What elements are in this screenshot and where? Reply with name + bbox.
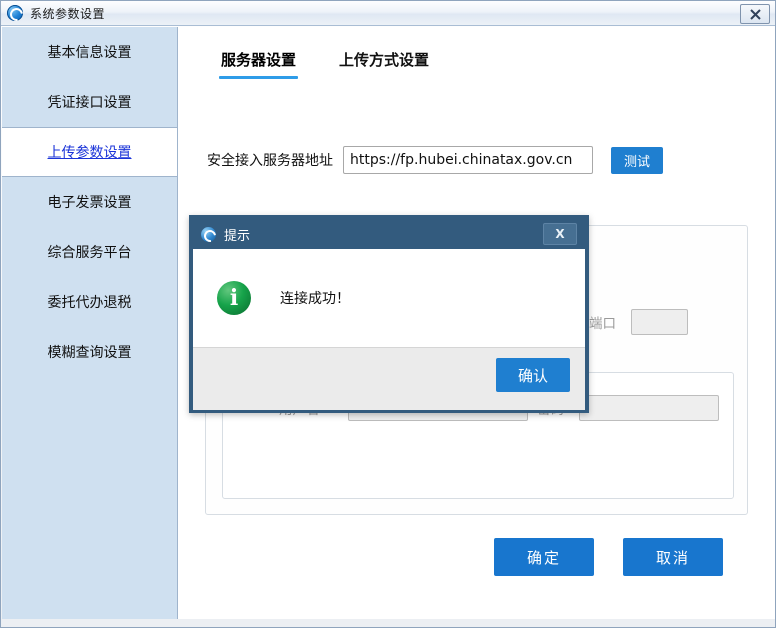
title-bar: 系统参数设置 — [1, 1, 775, 26]
dialog-confirm-button[interactable]: 确认 — [496, 358, 570, 392]
dialog-title-bar: 提示 X — [193, 219, 585, 249]
sidebar-item-upload-params[interactable]: 上传参数设置 — [2, 127, 177, 177]
cancel-button[interactable]: 取消 — [623, 538, 723, 576]
tab-label: 上传方式设置 — [339, 51, 430, 69]
sidebar-item-label: 综合服务平台 — [47, 245, 132, 261]
tab-server-settings[interactable]: 服务器设置 — [218, 49, 299, 79]
dialog-title: 提示 — [224, 228, 251, 244]
proxy-port-label: 端口 — [589, 316, 616, 332]
window-close-button[interactable] — [740, 4, 770, 24]
sidebar-item-fuzzy-query[interactable]: 模糊查询设置 — [2, 327, 177, 377]
tab-label: 服务器设置 — [221, 51, 297, 69]
sidebar-item-label: 电子发票设置 — [47, 195, 132, 211]
sidebar-item-basic-info[interactable]: 基本信息设置 — [2, 27, 177, 77]
server-address-label: 安全接入服务器地址 — [207, 153, 333, 169]
test-connection-button[interactable]: 测试 — [611, 146, 663, 174]
main-window: 系统参数设置 基本信息设置 凭证接口设置 上传参数设置 电子发票设置 综合服务平… — [0, 0, 776, 628]
dialog-app-icon — [201, 226, 216, 242]
server-address-row: 安全接入服务器地址 测试 — [178, 145, 775, 175]
close-icon — [749, 8, 761, 20]
sidebar-item-label: 基本信息设置 — [47, 45, 132, 61]
close-icon: X — [555, 227, 565, 241]
window-title: 系统参数设置 — [30, 6, 106, 21]
sidebar-item-label: 模糊查询设置 — [47, 345, 132, 361]
proxy-port-input[interactable] — [631, 309, 688, 335]
sidebar-item-agent-refund[interactable]: 委托代办退税 — [2, 277, 177, 327]
sidebar-item-voucher-interface[interactable]: 凭证接口设置 — [2, 77, 177, 127]
dialog-close-button[interactable]: X — [543, 223, 577, 245]
dialog-message: 连接成功！ — [280, 291, 350, 307]
dialog-footer: 确认 — [193, 347, 585, 410]
dialog-footer-buttons: 确定 取消 — [178, 538, 775, 578]
success-info-icon: i — [217, 281, 251, 315]
sidebar-item-service-platform[interactable]: 综合服务平台 — [2, 227, 177, 277]
message-dialog: 提示 X i 连接成功！ 确认 — [189, 215, 589, 413]
sidebar-item-label: 委托代办退税 — [47, 295, 132, 311]
confirm-button[interactable]: 确定 — [494, 538, 594, 576]
sidebar: 基本信息设置 凭证接口设置 上传参数设置 电子发票设置 综合服务平台 委托代办退… — [2, 27, 178, 619]
sidebar-item-label: 上传参数设置 — [47, 145, 132, 161]
app-logo-icon — [7, 5, 23, 21]
sidebar-item-label: 凭证接口设置 — [47, 95, 132, 111]
dialog-body: i 连接成功！ — [193, 249, 585, 347]
proxy-password-input[interactable] — [579, 395, 719, 421]
sidebar-item-e-invoice[interactable]: 电子发票设置 — [2, 177, 177, 227]
tab-upload-method-settings[interactable]: 上传方式设置 — [339, 49, 429, 79]
tab-bar: 服务器设置 上传方式设置 — [178, 49, 775, 89]
server-address-input[interactable] — [343, 146, 593, 174]
